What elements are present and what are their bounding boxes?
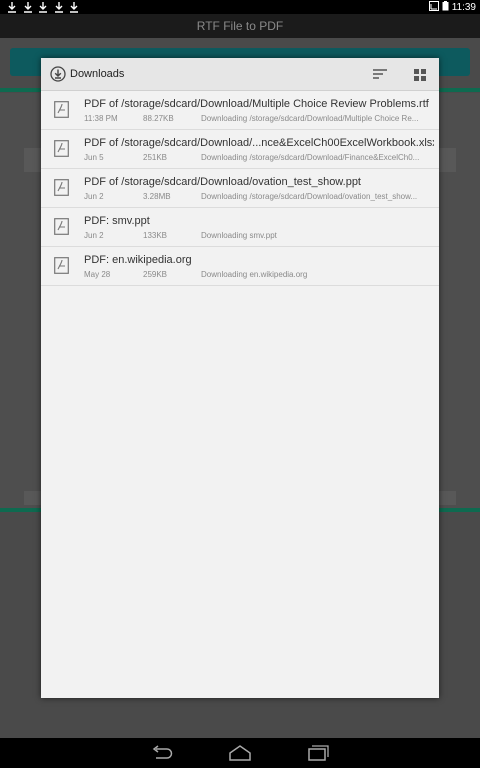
file-source: Downloading /storage/sdcard/Download/Mul… — [201, 114, 419, 123]
status-bar: 11:39 — [0, 0, 480, 14]
sort-icon[interactable] — [372, 67, 388, 81]
signal-icon — [428, 1, 439, 14]
battery-icon — [442, 1, 449, 14]
navigation-bar — [0, 738, 480, 768]
download-item[interactable]: PDF: smv.ppt Jun 2 133KB Downloading smv… — [41, 208, 439, 247]
file-source: Downloading en.wikipedia.org — [201, 270, 308, 279]
file-date: May 28 — [84, 270, 111, 279]
grid-view-icon[interactable] — [414, 68, 426, 81]
dialog-title: Downloads — [70, 68, 125, 80]
download-item[interactable]: PDF: en.wikipedia.org May 28 259KB Downl… — [41, 247, 439, 286]
downloads-dialog: Downloads PDF of /storage/sdcard/Downloa… — [41, 58, 439, 698]
file-size: 88.27KB — [143, 114, 174, 123]
download-item[interactable]: PDF of /storage/sdcard/Download/ovation_… — [41, 169, 439, 208]
file-name: PDF of /storage/sdcard/Download/...nce&E… — [84, 137, 434, 149]
recent-apps-icon[interactable] — [306, 745, 330, 761]
back-icon[interactable] — [150, 745, 174, 761]
file-name: PDF of /storage/sdcard/Download/Multiple… — [84, 98, 429, 110]
file-name: PDF: en.wikipedia.org — [84, 254, 192, 266]
pdf-file-icon — [54, 218, 69, 235]
pdf-file-icon — [54, 257, 69, 274]
file-size: 259KB — [143, 270, 168, 279]
download-icon — [7, 1, 17, 13]
app-bar: RTF File to PDF — [0, 14, 480, 38]
downloads-list: PDF of /storage/sdcard/Download/Multiple… — [41, 91, 439, 286]
app-title: RTF File to PDF — [196, 19, 284, 33]
file-date: Jun 2 — [84, 192, 104, 201]
file-source: Downloading smv.ppt — [201, 231, 277, 240]
download-icon — [54, 1, 64, 13]
dialog-header: Downloads — [41, 58, 439, 91]
download-icon — [38, 1, 48, 13]
pdf-file-icon — [54, 101, 69, 118]
clock: 11:39 — [451, 2, 476, 13]
download-icon — [69, 1, 79, 13]
file-name: PDF of /storage/sdcard/Download/ovation_… — [84, 176, 361, 188]
file-source: Downloading /storage/sdcard/Download/Fin… — [201, 153, 420, 162]
file-name: PDF: smv.ppt — [84, 215, 150, 227]
file-size: 133KB — [143, 231, 168, 240]
file-source: Downloading /storage/sdcard/Download/ova… — [201, 192, 418, 201]
file-date: 11:38 PM — [84, 114, 118, 123]
file-size: 251KB — [143, 153, 168, 162]
pdf-file-icon — [54, 140, 69, 157]
pdf-file-icon — [54, 179, 69, 196]
download-icon — [23, 1, 33, 13]
file-date: Jun 2 — [84, 231, 104, 240]
file-size: 3.28MB — [143, 192, 171, 201]
home-icon[interactable] — [228, 745, 252, 761]
file-date: Jun 5 — [84, 153, 104, 162]
download-item[interactable]: PDF of /storage/sdcard/Download/Multiple… — [41, 91, 439, 130]
download-item[interactable]: PDF of /storage/sdcard/Download/...nce&E… — [41, 130, 439, 169]
download-circle-icon — [50, 66, 66, 82]
